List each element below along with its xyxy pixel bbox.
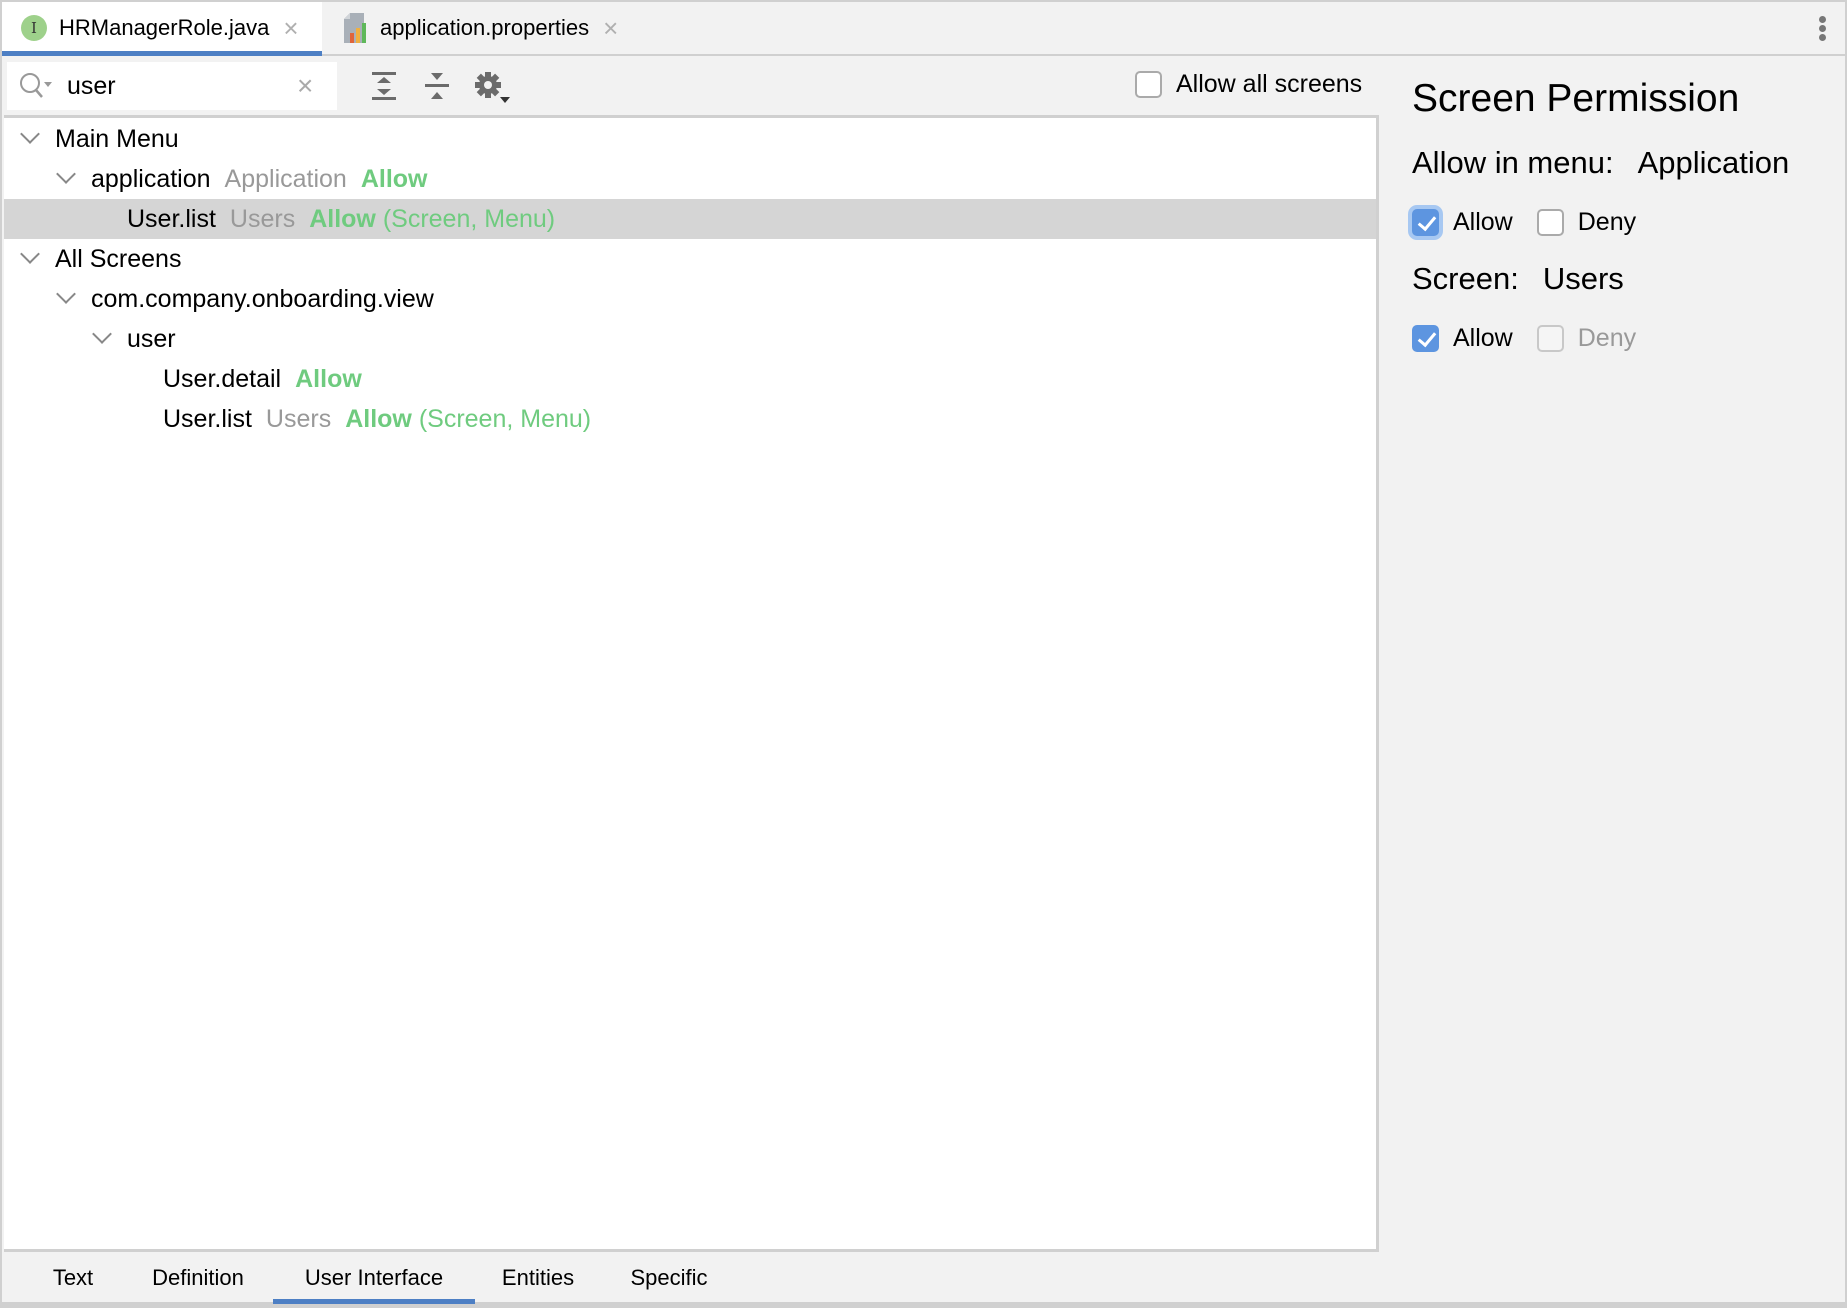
tab-label: Definition	[152, 1265, 244, 1290]
editor-tab-hrmanagerrole[interactable]: I HRManagerRole.java ×	[2, 2, 322, 56]
node-name: com.company.onboarding.view	[91, 284, 434, 313]
menu-allow-checkbox[interactable]	[1412, 209, 1439, 236]
permission-detail: (Screen, Menu)	[382, 204, 556, 233]
tab-label: Text	[52, 1265, 94, 1290]
collapse-all-button[interactable]	[419, 68, 455, 104]
properties-file-icon	[342, 13, 370, 43]
menu-value: Application	[1637, 145, 1790, 180]
tab-label: Specific	[630, 1265, 708, 1290]
chevron-down-icon[interactable]	[20, 124, 40, 144]
tree-row-application[interactable]: application Application Allow	[4, 159, 1376, 199]
node-name: Main Menu	[55, 124, 179, 153]
tree-row-all-screens[interactable]: All Screens	[4, 239, 1376, 279]
designer-tab-bar: Text Definition User Interface Entities …	[2, 1252, 1845, 1304]
permission-detail: (Screen, Menu)	[418, 404, 592, 433]
menu-line: Allow in menu: Application	[1412, 145, 1789, 181]
screen-allow-checkbox[interactable]	[1412, 325, 1439, 352]
more-options-icon[interactable]	[1819, 16, 1827, 42]
tree-row-user-list-menu[interactable]: User.list Users Allow (Screen, Menu)	[4, 199, 1376, 239]
panel-title: Screen Permission	[1412, 77, 1740, 120]
collapse-all-icon	[425, 73, 449, 99]
menu-label: Allow in menu:	[1412, 145, 1614, 180]
node-name: User.list	[127, 204, 216, 233]
chevron-down-icon[interactable]	[56, 284, 76, 304]
close-icon[interactable]: ×	[283, 15, 298, 41]
screen-allow-label: Allow	[1453, 324, 1513, 352]
tab-label: User Interface	[304, 1265, 444, 1290]
node-name: All Screens	[55, 244, 182, 273]
allow-all-screens: Allow all screens	[1135, 70, 1362, 99]
menu-permission-row: Allow Deny	[1412, 208, 1660, 237]
editor-tab-label: HRManagerRole.java	[59, 15, 270, 40]
screen-value: Users	[1542, 261, 1624, 296]
tab-user-interface[interactable]: User Interface	[273, 1252, 475, 1304]
screen-permission-row: Allow Deny	[1412, 324, 1660, 353]
editor-tab-label: application.properties	[380, 15, 590, 40]
chevron-down-icon[interactable]	[20, 244, 40, 264]
tree-row-user-list-screen[interactable]: User.list Users Allow (Screen, Menu)	[4, 399, 1376, 439]
tree-row-package[interactable]: com.company.onboarding.view	[4, 279, 1376, 319]
node-caption: Users	[265, 404, 332, 433]
chevron-down-icon[interactable]	[92, 324, 112, 344]
permission-badge: Allow	[309, 204, 376, 233]
settings-button[interactable]	[472, 68, 512, 104]
permission-tree: Main Menu application Application Allow …	[4, 115, 1379, 1252]
menu-deny-label: Deny	[1577, 208, 1637, 236]
editor-tab-bar: I HRManagerRole.java × application.prope…	[2, 2, 1845, 56]
role-designer-window: I HRManagerRole.java × application.prope…	[0, 0, 1847, 1308]
interface-icon: I	[21, 15, 47, 41]
node-name: User.detail	[163, 364, 282, 393]
tab-definition[interactable]: Definition	[130, 1252, 266, 1304]
permission-badge: Allow	[360, 164, 428, 193]
menu-deny-checkbox[interactable]	[1536, 209, 1564, 236]
allow-all-screens-label: Allow all screens	[1176, 70, 1363, 98]
node-name: User.list	[163, 404, 252, 433]
expand-all-button[interactable]	[366, 68, 402, 104]
screen-label: Screen:	[1412, 261, 1519, 296]
tree-row-user-detail[interactable]: User.detail Allow	[4, 359, 1376, 399]
editor-tab-application-properties[interactable]: application.properties ×	[332, 2, 652, 54]
search-input[interactable]	[67, 71, 287, 101]
permission-badge: Allow	[295, 364, 362, 393]
tab-specific[interactable]: Specific	[614, 1252, 724, 1304]
tab-text[interactable]: Text	[30, 1252, 116, 1304]
clear-search-icon[interactable]: ×	[297, 70, 313, 102]
node-name: user	[127, 324, 176, 353]
gear-icon	[475, 72, 510, 103]
expand-all-icon	[372, 72, 396, 100]
node-caption: Users	[229, 204, 296, 233]
node-caption: Application	[224, 164, 347, 193]
search-field: ×	[7, 62, 337, 110]
chevron-down-icon[interactable]	[56, 164, 76, 184]
tree-row-user-folder[interactable]: user	[4, 319, 1376, 359]
screen-deny-label: Deny	[1577, 324, 1637, 352]
screen-deny-checkbox[interactable]	[1536, 325, 1564, 352]
allow-all-screens-checkbox[interactable]	[1135, 71, 1162, 98]
permission-badge: Allow	[345, 404, 412, 433]
tree-row-main-menu[interactable]: Main Menu	[4, 119, 1376, 159]
tab-entities[interactable]: Entities	[486, 1252, 590, 1304]
menu-allow-label: Allow	[1453, 208, 1513, 236]
tab-label: Entities	[501, 1265, 575, 1290]
search-icon[interactable]	[19, 71, 55, 101]
close-icon[interactable]: ×	[603, 15, 618, 41]
node-name: application	[91, 164, 211, 193]
screen-line: Screen: Users	[1412, 261, 1624, 297]
